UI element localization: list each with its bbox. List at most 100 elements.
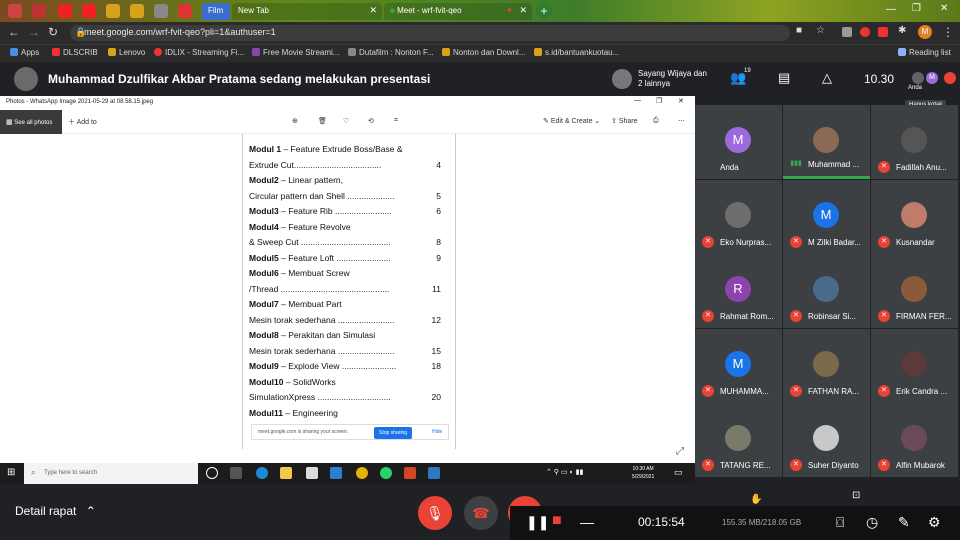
tab-favicon[interactable] xyxy=(106,4,120,18)
reload-icon[interactable]: ↻ xyxy=(48,25,58,39)
minimize-icon[interactable]: — xyxy=(634,97,641,104)
bookmark-dutafilm[interactable]: Dutafilm : Nonton F... xyxy=(348,48,434,57)
minimize-recorder-icon[interactable]: — xyxy=(580,514,594,530)
stop-record-icon[interactable]: ■ xyxy=(552,512,562,530)
edge-icon[interactable] xyxy=(256,467,268,479)
cortana-icon[interactable] xyxy=(206,467,218,479)
delete-icon[interactable]: 🗑 xyxy=(318,117,327,125)
file-explorer-icon[interactable] xyxy=(280,467,292,479)
participant-tile[interactable]: ✕ Robinsar Si... xyxy=(783,254,870,328)
profile-avatar[interactable]: M xyxy=(918,25,932,39)
windows-start-icon[interactable]: ⊞ xyxy=(7,467,15,478)
participant-tile[interactable]: M Anda xyxy=(695,105,782,179)
tab-new-tab[interactable]: New Tab ✕ xyxy=(232,3,382,20)
participant-tile[interactable]: ✕ Eko Nurpras... xyxy=(695,179,782,254)
self-avatar[interactable]: M xyxy=(926,72,938,84)
presenter-chip[interactable]: Sayang Wijaya dan 2 lainnya xyxy=(612,67,707,91)
print-icon[interactable]: ⎙ xyxy=(653,117,659,125)
reading-list-button[interactable]: Reading list xyxy=(898,48,951,57)
see-all-photos-button[interactable]: ▦ See all photos xyxy=(0,110,62,134)
participant-tile[interactable]: ✕ Suher Diyanto xyxy=(783,403,870,477)
notification-icon[interactable]: ▭ xyxy=(674,467,683,478)
extension-icon[interactable] xyxy=(842,27,852,37)
fullscreen-icon[interactable]: ⤢ xyxy=(676,446,684,457)
taskbar-search-input[interactable]: ⌕ Type here to search xyxy=(24,463,198,484)
tab-film[interactable]: Film xyxy=(202,3,230,20)
share-button[interactable]: ⇪ Share xyxy=(611,117,638,125)
participant-tile[interactable]: ✕ Erik Candra ... xyxy=(871,328,958,403)
tab-meet[interactable]: ■ Meet - wrf-fvit-qeo ● ✕ xyxy=(384,3,532,20)
tray-icons[interactable]: ⌃ ⚲ ▭ ◐ ▮▮ xyxy=(546,468,583,476)
bookmark-apps[interactable]: Apps xyxy=(10,48,39,57)
bookmark-nonton[interactable]: Nonton dan Downl... xyxy=(442,48,526,57)
mic-toggle-button[interactable]: 🎙 xyxy=(418,496,452,530)
powerpoint-icon[interactable] xyxy=(404,467,416,479)
screenshot-icon[interactable]: ⌼ xyxy=(836,514,844,531)
tab-favicon[interactable] xyxy=(154,4,168,18)
participant-tile[interactable]: ✕ Kusnandar xyxy=(871,179,958,254)
draw-icon[interactable]: ✎ xyxy=(898,514,910,531)
edit-create-button[interactable]: ✎ Edit & Create ⌄ xyxy=(543,117,600,125)
crop-icon[interactable]: ⌗ xyxy=(394,117,398,125)
leave-call-button[interactable]: ☎ xyxy=(464,496,498,530)
bookmark-free-movie[interactable]: Free Movie Streami... xyxy=(252,48,339,57)
forward-icon[interactable]: → xyxy=(28,25,40,39)
chat-icon[interactable]: ▤ xyxy=(778,70,790,86)
participant-tile[interactable]: ✕ FIRMAN FER... xyxy=(871,254,958,328)
menu-icon[interactable]: ⋮ xyxy=(942,25,954,39)
bookmark-lenovo[interactable]: Lenovo xyxy=(108,48,145,57)
new-tab-button[interactable]: + xyxy=(536,3,552,19)
self-view-avatar[interactable] xyxy=(912,72,924,84)
participant-tile[interactable]: ✕ FATHAN RA... xyxy=(783,328,870,403)
chrome-icon[interactable] xyxy=(356,467,368,479)
maximize-icon[interactable]: ❐ xyxy=(656,97,662,105)
zoom-icon[interactable]: ⊕ xyxy=(292,117,298,125)
participant-tile[interactable]: ✕ TATANG RE... xyxy=(695,403,782,477)
participant-tile[interactable]: M ✕ M Zilki Badar... xyxy=(783,179,870,254)
more-icon[interactable]: ⋯ xyxy=(678,117,685,125)
bookmark-idlix[interactable]: IDLIX - Streaming Fi... xyxy=(154,48,244,57)
extension-icon[interactable] xyxy=(878,27,888,37)
raise-hand-icon[interactable]: ✋ xyxy=(750,494,762,505)
participant-tile[interactable]: ✕ Fadillah Anu... xyxy=(871,105,958,179)
favorite-icon[interactable]: ♡ xyxy=(343,117,349,125)
present-icon[interactable]: ⊡ xyxy=(852,490,860,501)
timer-icon[interactable]: ◷ xyxy=(866,514,878,531)
mail-icon[interactable] xyxy=(330,467,342,479)
task-view-icon[interactable] xyxy=(230,467,242,479)
activities-icon[interactable]: △ xyxy=(822,70,832,86)
camera-icon[interactable]: ■ xyxy=(796,25,802,36)
whatsapp-icon[interactable] xyxy=(380,467,392,479)
close-window-icon[interactable]: ✕ xyxy=(940,3,948,14)
close-tab-icon[interactable]: ✕ xyxy=(519,5,527,16)
bookmark-star-icon[interactable]: ☆ xyxy=(816,25,825,36)
photos-app-icon[interactable] xyxy=(428,467,440,479)
tab-favicon[interactable] xyxy=(8,4,22,18)
meeting-details-button[interactable]: Detail rapat ⌃ xyxy=(15,504,96,518)
participant-tile[interactable]: ✕ Alfin Mubarok xyxy=(871,403,958,477)
bookmark-dlscrib[interactable]: DLSCRIB xyxy=(52,48,98,57)
url-input[interactable]: 🔒 meet.google.com/wrf-fvit-qeo?pli=1&aut… xyxy=(70,25,790,41)
close-window-icon[interactable]: ✕ xyxy=(678,97,684,105)
tab-favicon[interactable] xyxy=(130,4,144,18)
add-to-button[interactable]: ＋ Add to xyxy=(68,117,97,127)
minimize-icon[interactable]: — xyxy=(886,4,896,15)
youtube-icon[interactable] xyxy=(178,4,192,18)
participant-tile[interactable]: ▮▮▮ Muhammad ... xyxy=(783,105,870,179)
tab-favicon[interactable] xyxy=(32,4,46,18)
bookmark-sid[interactable]: s.id/bantuankuotau... xyxy=(534,48,619,57)
participant-tile[interactable]: M ✕ MUHAMMA... xyxy=(695,328,782,403)
maximize-icon[interactable]: ❐ xyxy=(912,3,921,14)
hide-button[interactable]: Hide xyxy=(432,429,442,435)
store-icon[interactable] xyxy=(306,467,318,479)
back-icon[interactable]: ← xyxy=(8,25,20,39)
pause-icon[interactable]: ❚❚ xyxy=(526,514,549,531)
taskbar-clock[interactable]: 10:30 AM 5/29/2021 xyxy=(632,465,654,481)
youtube-icon[interactable] xyxy=(58,4,72,18)
close-tab-icon[interactable]: ✕ xyxy=(369,5,377,16)
puzzle-icon[interactable]: ✱ xyxy=(898,25,906,36)
mic-off-icon[interactable] xyxy=(944,72,956,84)
rotate-icon[interactable]: ⟲ xyxy=(368,117,374,125)
settings-gear-icon[interactable]: ⚙ xyxy=(928,514,941,531)
opera-icon[interactable] xyxy=(860,27,870,37)
